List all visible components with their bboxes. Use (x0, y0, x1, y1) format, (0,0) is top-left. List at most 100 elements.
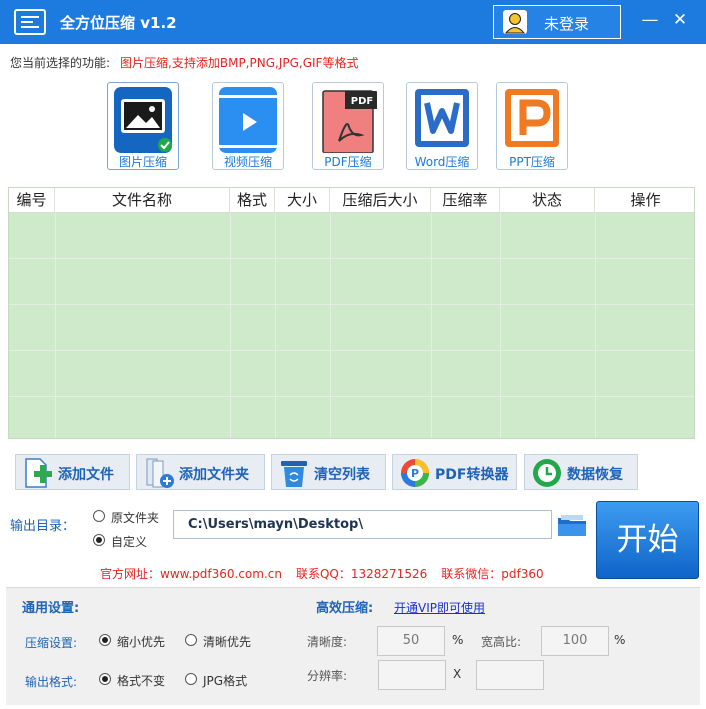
qq-text: 联系QQ：1328271526 (295, 567, 428, 581)
radio-format-unchanged-label[interactable]: 格式不变 (117, 672, 165, 689)
data-recovery-button[interactable]: 数据恢复 (524, 454, 638, 490)
row-divider (9, 258, 694, 259)
aspect-ratio-label: 宽高比: (481, 635, 522, 649)
close-button[interactable]: ✕ (670, 10, 690, 30)
start-button[interactable]: 开始 (596, 501, 699, 579)
trash-icon (281, 461, 307, 487)
clarity-input[interactable]: 50 (377, 626, 445, 656)
resolution-separator: X (453, 667, 462, 681)
pdf-converter-button[interactable]: P PDF转换器 (392, 454, 517, 490)
tile-video-compress[interactable]: 视频压缩 (212, 82, 284, 170)
tile-ppt-compress[interactable]: PPT压缩 (496, 82, 568, 170)
image-compress-icon (114, 87, 172, 153)
contact-row: 官方网址：www.pdf360.com.cn 联系QQ：1328271526 联系微… (100, 565, 558, 582)
column-divider (55, 213, 56, 438)
clarity-unit: % (452, 633, 464, 647)
add-file-label: 添加文件 (58, 467, 114, 483)
row-divider (9, 350, 694, 351)
radio-format-jpg[interactable] (185, 673, 197, 685)
current-function-label: 您当前选择的功能: (10, 56, 111, 70)
website-text: 官方网址：www.pdf360.com.cn (100, 567, 282, 581)
file-table-header: 编号 文件名称 格式 大小 压缩后大小 压缩率 状态 操作 (9, 188, 694, 213)
add-folder-label: 添加文件夹 (179, 467, 249, 483)
vip-link[interactable]: 开通VIP即可使用 (394, 599, 485, 616)
tile-image-compress-label: 图片压缩 (118, 155, 167, 169)
file-table[interactable]: 编号 文件名称 格式 大小 压缩后大小 压缩率 状态 操作 (8, 187, 695, 439)
tile-pdf-compress-label: PDF压缩 (324, 155, 372, 169)
tile-pdf-compress[interactable]: PDF PDF压缩 (312, 82, 384, 170)
column-header-index[interactable]: 编号 (9, 188, 55, 213)
radio-clarity-first[interactable] (185, 634, 197, 646)
user-avatar-icon (503, 10, 527, 34)
radio-custom-folder[interactable] (93, 534, 105, 546)
tile-word-compress-label: Word压缩 (414, 155, 470, 169)
pdf-compress-icon: PDF (322, 90, 377, 153)
tile-word-compress[interactable]: Word压缩 (406, 82, 478, 170)
app-logo-icon (14, 9, 46, 35)
current-function-value: 图片压缩,支持添加BMP,PNG,JPG,GIF等格式 (120, 56, 359, 70)
column-divider (500, 213, 501, 438)
column-divider (230, 213, 231, 438)
add-file-button[interactable]: 添加文件 (15, 454, 130, 490)
add-folder-button[interactable]: 添加文件夹 (136, 454, 265, 490)
radio-original-folder[interactable] (93, 510, 105, 522)
column-divider (275, 213, 276, 438)
column-header-actions[interactable]: 操作 (595, 188, 694, 213)
aspect-ratio-input[interactable]: 100 (541, 626, 609, 656)
column-divider (431, 213, 432, 438)
radio-smaller-first[interactable] (99, 634, 111, 646)
clear-list-label: 清空列表 (314, 467, 370, 483)
data-recovery-icon (533, 459, 561, 487)
row-divider (9, 304, 694, 305)
column-header-size[interactable]: 大小 (275, 188, 330, 213)
radio-custom-folder-label[interactable]: 自定义 (111, 533, 147, 550)
radio-format-jpg-label[interactable]: JPG格式 (203, 672, 247, 689)
tile-video-compress-label: 视频压缩 (223, 155, 272, 169)
column-header-compressed-size[interactable]: 压缩后大小 (330, 188, 431, 213)
pdf-converter-icon: P (401, 459, 429, 487)
wechat-text: 联系微信：pdf360 (441, 567, 544, 581)
login-label: 未登录 (544, 15, 590, 33)
compress-setting-label: 压缩设置: (25, 636, 78, 650)
svg-text:P: P (411, 467, 419, 480)
browse-folder-icon[interactable] (557, 512, 587, 538)
output-format-label: 输出格式: (25, 675, 78, 689)
efficient-compress-title: 高效压缩: (316, 601, 374, 616)
column-divider (330, 213, 331, 438)
window-title: 全方位压缩 v1.2 (60, 14, 177, 32)
column-divider (595, 213, 596, 438)
login-button[interactable]: 未登录 (493, 5, 621, 39)
clear-list-button[interactable]: 清空列表 (271, 454, 386, 490)
column-header-format[interactable]: 格式 (230, 188, 275, 213)
minimize-button[interactable]: — (640, 10, 660, 30)
tile-image-compress[interactable]: 图片压缩 (107, 82, 179, 170)
svg-text:PDF: PDF (351, 96, 373, 107)
pdf-converter-label: PDF转换器 (435, 467, 509, 483)
row-divider (9, 396, 694, 397)
word-compress-icon (415, 89, 469, 147)
add-file-icon (25, 458, 52, 488)
tile-ppt-compress-label: PPT压缩 (509, 155, 555, 169)
clarity-label: 清晰度: (307, 635, 348, 649)
output-dir-label: 输出目录： (10, 519, 76, 534)
settings-panel: 通用设置: 高效压缩: 开通VIP即可使用 压缩设置: 缩小优先 清晰优先 输出… (6, 587, 700, 705)
column-header-ratio[interactable]: 压缩率 (431, 188, 500, 213)
title-bar: 全方位压缩 v1.2 未登录 — ✕ (0, 0, 706, 44)
radio-format-unchanged[interactable] (99, 673, 111, 685)
radio-original-folder-label[interactable]: 原文件夹 (111, 509, 159, 526)
add-folder-icon (146, 458, 174, 488)
output-path-input[interactable]: C:\Users\mayn\Desktop\ (173, 510, 552, 539)
resolution-height-input[interactable] (476, 660, 544, 690)
resolution-width-input[interactable] (378, 660, 446, 690)
resolution-label: 分辨率: (307, 669, 348, 683)
radio-smaller-first-label[interactable]: 缩小优先 (117, 633, 165, 650)
column-header-filename[interactable]: 文件名称 (55, 188, 230, 213)
column-header-status[interactable]: 状态 (500, 188, 595, 213)
data-recovery-label: 数据恢复 (567, 467, 623, 483)
video-compress-icon (219, 87, 277, 153)
radio-clarity-first-label[interactable]: 清晰优先 (203, 633, 251, 650)
ppt-compress-icon (505, 89, 559, 147)
aspect-ratio-unit: % (614, 633, 626, 647)
general-settings-title: 通用设置: (22, 601, 80, 616)
current-function-row: 您当前选择的功能: 图片压缩,支持添加BMP,PNG,JPG,GIF等格式 (10, 54, 358, 71)
